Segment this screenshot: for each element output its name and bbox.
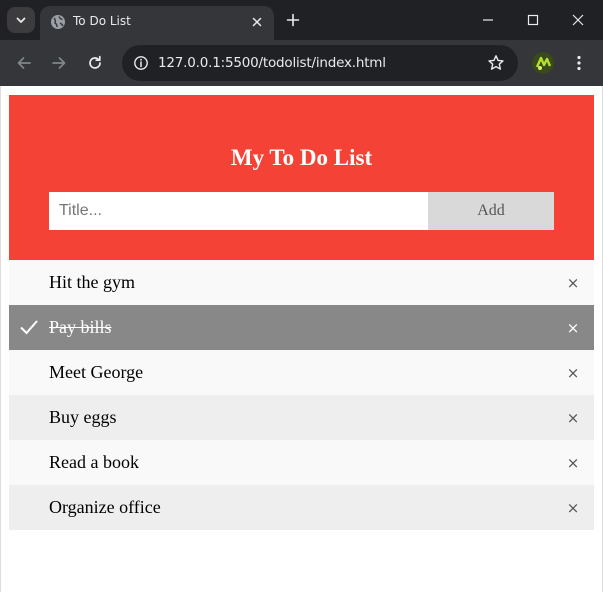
- remove-item-button[interactable]: ×: [562, 350, 584, 395]
- profile-avatar-image: [532, 52, 554, 74]
- browser-tab-strip: To Do List: [0, 0, 603, 40]
- remove-item-button[interactable]: ×: [562, 485, 584, 530]
- reload-button[interactable]: [81, 49, 109, 77]
- maximize-button[interactable]: [511, 6, 555, 34]
- avatar[interactable]: [532, 52, 554, 74]
- browser-toolbar: 127.0.0.1:5500/todolist/index.html: [0, 40, 603, 86]
- minimize-button[interactable]: [466, 6, 510, 34]
- todo-item[interactable]: Buy eggs ×: [9, 395, 594, 440]
- tab-title: To Do List: [73, 14, 131, 28]
- checkmark-icon: [20, 320, 38, 335]
- todo-item[interactable]: Organize office ×: [9, 485, 594, 530]
- close-icon: [572, 14, 584, 26]
- site-info-icon: [134, 56, 148, 70]
- kebab-menu-icon: [577, 55, 581, 71]
- add-button[interactable]: Add: [428, 192, 554, 230]
- todo-item[interactable]: Hit the gym ×: [9, 260, 594, 305]
- site-info-button[interactable]: [128, 50, 154, 76]
- todo-item-label: Pay bills: [49, 317, 112, 337]
- new-tab-button[interactable]: [282, 9, 304, 31]
- remove-item-button[interactable]: ×: [562, 260, 584, 305]
- back-button[interactable]: [10, 49, 38, 77]
- todo-app: My To Do List Add Hit the gym × Pay bills ×…: [9, 95, 594, 530]
- forward-button[interactable]: [45, 49, 73, 77]
- remove-item-button[interactable]: ×: [562, 440, 584, 485]
- globe-icon: [51, 15, 65, 29]
- todo-item-label: Read a book: [49, 452, 139, 472]
- todo-item[interactable]: Pay bills ×: [9, 305, 594, 350]
- page-title: My To Do List: [230, 145, 373, 170]
- todo-item-label: Meet George: [49, 362, 144, 382]
- tab-search-button[interactable]: [7, 7, 35, 33]
- reload-icon: [89, 55, 101, 69]
- chevron-down-icon: [16, 17, 26, 23]
- window-close-button[interactable]: [556, 6, 600, 34]
- close-icon: [252, 17, 262, 27]
- remove-item-button[interactable]: ×: [562, 395, 584, 440]
- plus-icon: [286, 13, 300, 27]
- todo-item-label: Hit the gym: [49, 272, 135, 292]
- bookmark-button[interactable]: [486, 53, 506, 73]
- title-input[interactable]: [49, 192, 428, 230]
- todo-list: Hit the gym × Pay bills × Meet George × Buy eg…: [9, 260, 594, 530]
- arrow-right-icon: [52, 57, 66, 69]
- tab-close-button[interactable]: [248, 13, 266, 31]
- todo-header: My To Do List Add: [9, 95, 594, 260]
- todo-item-label: Organize office: [49, 497, 161, 517]
- star-icon: [488, 55, 504, 70]
- todo-item-label: Buy eggs: [49, 407, 117, 427]
- arrow-left-icon: [17, 57, 31, 69]
- url-text[interactable]: 127.0.0.1:5500/todolist/index.html: [158, 55, 386, 71]
- todo-item[interactable]: Meet George ×: [9, 350, 594, 395]
- minimize-icon: [483, 19, 493, 21]
- maximize-icon: [527, 14, 539, 26]
- add-item-form: Add: [49, 192, 554, 230]
- browser-menu-button[interactable]: [568, 52, 590, 74]
- todo-item[interactable]: Read a book ×: [9, 440, 594, 485]
- browser-tab[interactable]: To Do List: [40, 6, 274, 40]
- remove-item-button[interactable]: ×: [562, 305, 584, 350]
- address-bar[interactable]: 127.0.0.1:5500/todolist/index.html: [122, 45, 518, 81]
